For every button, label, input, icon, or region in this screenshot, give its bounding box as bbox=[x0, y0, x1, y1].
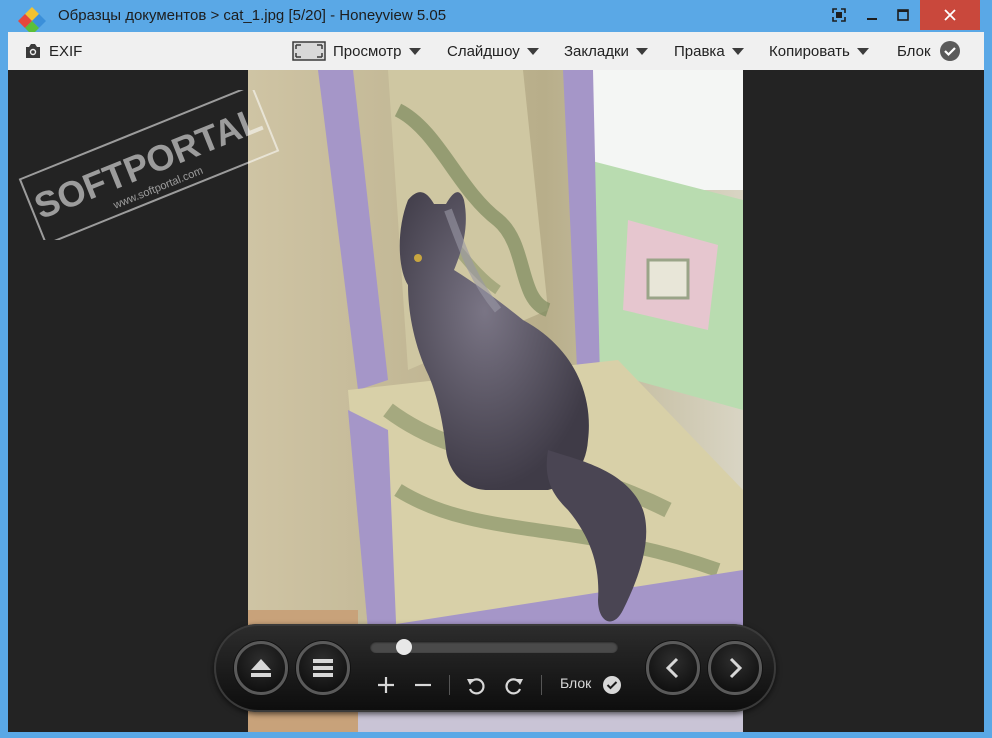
app-logo-icon bbox=[18, 7, 46, 33]
edit-menu[interactable]: Правка bbox=[674, 32, 744, 70]
rotate-right-icon bbox=[505, 678, 523, 695]
bookmarks-caret-icon bbox=[635, 47, 648, 55]
rotate-left-icon bbox=[467, 678, 485, 695]
lock-toggle[interactable]: Блок bbox=[897, 32, 961, 70]
window-title: Образцы документов > cat_1.jpg [5/20] - … bbox=[58, 7, 447, 24]
slideshow-menu[interactable]: Слайдшоу bbox=[447, 32, 539, 70]
slideshow-caret-icon bbox=[526, 47, 539, 55]
image-slider[interactable] bbox=[370, 639, 618, 655]
minimize-button[interactable] bbox=[857, 0, 887, 30]
bookmarks-menu-label: Закладки bbox=[564, 42, 629, 60]
edit-menu-label: Правка bbox=[674, 42, 725, 60]
watermark-url: www.softportal.com bbox=[111, 165, 205, 212]
zoom-out-icon bbox=[415, 683, 431, 687]
view-caret-icon bbox=[408, 47, 421, 55]
control-panel: Блок bbox=[214, 624, 776, 712]
view-menu[interactable]: Просмотр bbox=[292, 32, 421, 70]
zoom-in-button[interactable] bbox=[374, 672, 398, 698]
menu-icon bbox=[313, 659, 333, 677]
maximize-icon bbox=[897, 9, 909, 21]
exif-button[interactable]: EXIF bbox=[24, 32, 82, 70]
next-button[interactable] bbox=[708, 641, 762, 695]
toolbar-divider bbox=[541, 675, 542, 695]
maximize-button[interactable] bbox=[887, 0, 919, 30]
zoom-in-icon bbox=[378, 677, 394, 693]
previous-button[interactable] bbox=[646, 641, 700, 695]
eject-icon bbox=[251, 659, 271, 677]
lock-label: Блок bbox=[897, 42, 931, 60]
title-bar[interactable]: Образцы документов > cat_1.jpg [5/20] - … bbox=[0, 0, 992, 33]
fullscreen-icon bbox=[832, 8, 846, 22]
watermark-brand: SOFTPORTAL bbox=[29, 98, 268, 226]
fullscreen-button[interactable] bbox=[822, 0, 856, 30]
check-icon bbox=[939, 41, 960, 61]
panel-check-icon[interactable] bbox=[602, 675, 622, 695]
app-window: Образцы документов > cat_1.jpg [5/20] - … bbox=[0, 0, 992, 738]
menu-button[interactable] bbox=[296, 641, 350, 695]
image-viewer[interactable]: SOFTPORTAL www.softportal.com Блок bbox=[8, 70, 984, 732]
exif-label: EXIF bbox=[49, 42, 83, 60]
rotate-left-button[interactable] bbox=[464, 672, 488, 698]
toolbar-divider bbox=[449, 675, 450, 695]
next-icon bbox=[729, 657, 743, 679]
panel-lock-label[interactable]: Блок bbox=[560, 675, 591, 691]
eject-button[interactable] bbox=[234, 641, 288, 695]
slider-knob[interactable] bbox=[396, 639, 412, 655]
prev-icon bbox=[665, 657, 679, 679]
zoom-out-button[interactable] bbox=[411, 672, 435, 698]
camera-icon bbox=[26, 44, 40, 58]
menu-bar: EXIF Просмотр Слайдшоу Закладки Правка К… bbox=[8, 32, 984, 71]
view-mode-icon bbox=[292, 41, 326, 61]
copy-caret-icon bbox=[856, 47, 869, 55]
bookmarks-menu[interactable]: Закладки bbox=[564, 32, 648, 70]
edit-caret-icon bbox=[731, 47, 744, 55]
close-button[interactable] bbox=[920, 0, 980, 30]
close-icon bbox=[944, 9, 956, 21]
minimize-icon bbox=[867, 18, 877, 20]
rotate-right-button[interactable] bbox=[502, 672, 526, 698]
copy-menu-label: Копировать bbox=[769, 42, 850, 60]
softportal-watermark: SOFTPORTAL www.softportal.com bbox=[18, 90, 280, 240]
copy-menu[interactable]: Копировать bbox=[769, 32, 869, 70]
slideshow-menu-label: Слайдшоу bbox=[447, 42, 520, 60]
view-menu-label: Просмотр bbox=[333, 42, 402, 60]
